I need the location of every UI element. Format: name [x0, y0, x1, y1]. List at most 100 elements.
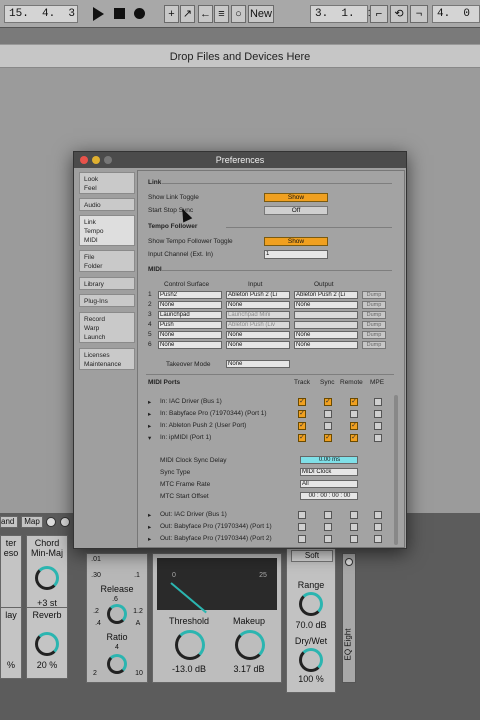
dump-button[interactable]: Dump — [362, 301, 386, 309]
mtc-frame-rate-select[interactable]: All — [300, 480, 358, 488]
midi-output-select[interactable] — [294, 311, 358, 319]
midi-output-select[interactable]: None — [294, 331, 358, 339]
chord-knob[interactable] — [35, 566, 59, 590]
stop-icon[interactable] — [114, 8, 125, 19]
port-remote-checkbox[interactable]: ✓ — [350, 422, 358, 430]
add-icon[interactable]: + — [164, 5, 179, 23]
expand-arrow-icon[interactable]: ▸ — [148, 511, 151, 519]
loop-start-field[interactable]: 3. 1. 1 — [310, 5, 374, 23]
port-remote-checkbox[interactable]: ✓ — [350, 434, 358, 442]
show-tempo-toggle-button[interactable]: Show — [264, 237, 328, 246]
dump-button[interactable]: Dump — [362, 331, 386, 339]
takeover-mode-select[interactable]: None — [226, 360, 290, 368]
port-sync-checkbox[interactable] — [324, 422, 332, 430]
port-sync-checkbox[interactable] — [324, 410, 332, 418]
start-stop-sync-button[interactable]: Off — [264, 206, 328, 215]
control-surface-select[interactable]: None — [158, 331, 222, 339]
tab-licenses-maintenance[interactable]: Licenses Maintenance — [79, 348, 135, 370]
port-remote-checkbox[interactable] — [350, 511, 358, 519]
expand-arrow-icon[interactable]: ▸ — [148, 523, 151, 531]
midi-output-select[interactable] — [294, 321, 358, 329]
tab-library[interactable]: Library — [79, 277, 135, 290]
midi-clock-sync-delay-field[interactable]: 0.00 ms — [300, 456, 358, 464]
automation-icon[interactable]: ↗ — [180, 5, 195, 23]
capture-icon[interactable]: ≡ — [214, 5, 229, 23]
tab-plug-ins[interactable]: Plug-Ins — [79, 294, 135, 307]
port-track-checkbox[interactable]: ✓ — [298, 422, 306, 430]
port-mpe-checkbox[interactable] — [374, 511, 382, 519]
record-icon[interactable] — [134, 8, 145, 19]
ratio-knob[interactable] — [107, 654, 127, 674]
port-sync-checkbox[interactable] — [324, 511, 332, 519]
makeup-knob[interactable] — [235, 630, 265, 660]
session-record-icon[interactable]: ○ — [231, 5, 246, 23]
port-remote-checkbox[interactable] — [350, 535, 358, 543]
port-sync-checkbox[interactable] — [324, 535, 332, 543]
expand-arrow-icon[interactable]: ▸ — [148, 398, 151, 406]
dump-button[interactable]: Dump — [362, 291, 386, 299]
device-tab-map[interactable]: Map — [21, 516, 43, 528]
port-track-checkbox[interactable] — [298, 511, 306, 519]
tab-link-tempo-midi[interactable]: Link Tempo MIDI — [79, 215, 135, 246]
punch-in-icon[interactable]: ⌐ — [370, 5, 388, 23]
port-track-checkbox[interactable]: ✓ — [298, 410, 306, 418]
midi-input-select[interactable]: None — [226, 331, 290, 339]
drop-zone[interactable]: Drop Files and Devices Here — [0, 44, 480, 68]
new-button[interactable]: New — [248, 5, 274, 23]
port-remote-checkbox[interactable] — [350, 410, 358, 418]
tab-record-warp-launch[interactable]: Record Warp Launch — [79, 312, 135, 343]
control-surface-select[interactable]: None — [158, 301, 222, 309]
soft-button[interactable]: Soft — [291, 550, 333, 562]
mtc-start-offset-field[interactable]: 00 : 00 : 00 : 00 — [300, 492, 358, 500]
show-link-toggle-button[interactable]: Show — [264, 193, 328, 202]
port-mpe-checkbox[interactable] — [374, 523, 382, 531]
expand-arrow-icon[interactable]: ▸ — [148, 422, 151, 430]
dump-button[interactable]: Dump — [362, 321, 386, 329]
eq-eight-title[interactable]: EQ Eight — [342, 553, 356, 683]
midi-input-select[interactable]: Launchpad Mini — [226, 311, 290, 319]
midi-input-select[interactable]: Ableton Push 2 (Li — [226, 291, 290, 299]
close-icon[interactable] — [80, 156, 88, 164]
midi-input-select[interactable]: None — [226, 341, 290, 349]
punch-out-icon[interactable]: ¬ — [410, 5, 428, 23]
expand-arrow-icon[interactable]: ▸ — [148, 410, 151, 418]
play-icon[interactable] — [93, 7, 104, 21]
port-mpe-checkbox[interactable] — [374, 422, 382, 430]
tab-file-folder[interactable]: File Folder — [79, 250, 135, 272]
port-mpe-checkbox[interactable] — [374, 410, 382, 418]
input-channel-select[interactable]: 1 — [264, 250, 328, 259]
port-track-checkbox[interactable]: ✓ — [298, 434, 306, 442]
back-to-arrangement-icon[interactable]: ← — [198, 5, 213, 23]
range-knob[interactable] — [299, 592, 323, 616]
sync-type-select[interactable]: MIDI Clock — [300, 468, 358, 476]
dump-button[interactable]: Dump — [362, 311, 386, 319]
control-surface-select[interactable]: None — [158, 341, 222, 349]
reverb-knob[interactable] — [35, 632, 59, 656]
power-icon[interactable] — [46, 517, 56, 527]
port-mpe-checkbox[interactable] — [374, 535, 382, 543]
midi-input-select[interactable]: Ableton Push (Liv — [226, 321, 290, 329]
expand-arrow-icon[interactable]: ▾ — [148, 434, 151, 442]
tab-look-feel[interactable]: Look Feel — [79, 172, 135, 194]
control-surface-select[interactable]: Launchpad — [158, 311, 222, 319]
midi-output-select[interactable]: None — [294, 301, 358, 309]
minimize-icon[interactable] — [92, 156, 100, 164]
dump-button[interactable]: Dump — [362, 341, 386, 349]
power-icon[interactable] — [345, 558, 353, 566]
port-mpe-checkbox[interactable] — [374, 434, 382, 442]
port-sync-checkbox[interactable]: ✓ — [324, 398, 332, 406]
threshold-knob[interactable] — [175, 630, 205, 660]
port-track-checkbox[interactable]: ✓ — [298, 398, 306, 406]
release-knob[interactable] — [107, 604, 127, 624]
zoom-icon[interactable] — [104, 156, 112, 164]
midi-output-select[interactable]: Ableton Push 2 (Li — [294, 291, 358, 299]
device-tab-and[interactable]: and — [0, 516, 18, 528]
midi-input-select[interactable]: None — [226, 301, 290, 309]
bar-position-field[interactable]: 15. 4. 3 — [4, 5, 78, 23]
tab-audio[interactable]: Audio — [79, 198, 135, 211]
midi-output-select[interactable]: None — [294, 341, 358, 349]
port-track-checkbox[interactable] — [298, 535, 306, 543]
port-sync-checkbox[interactable] — [324, 523, 332, 531]
loop-length-field[interactable]: 4. 0 — [432, 5, 480, 23]
port-remote-checkbox[interactable]: ✓ — [350, 398, 358, 406]
